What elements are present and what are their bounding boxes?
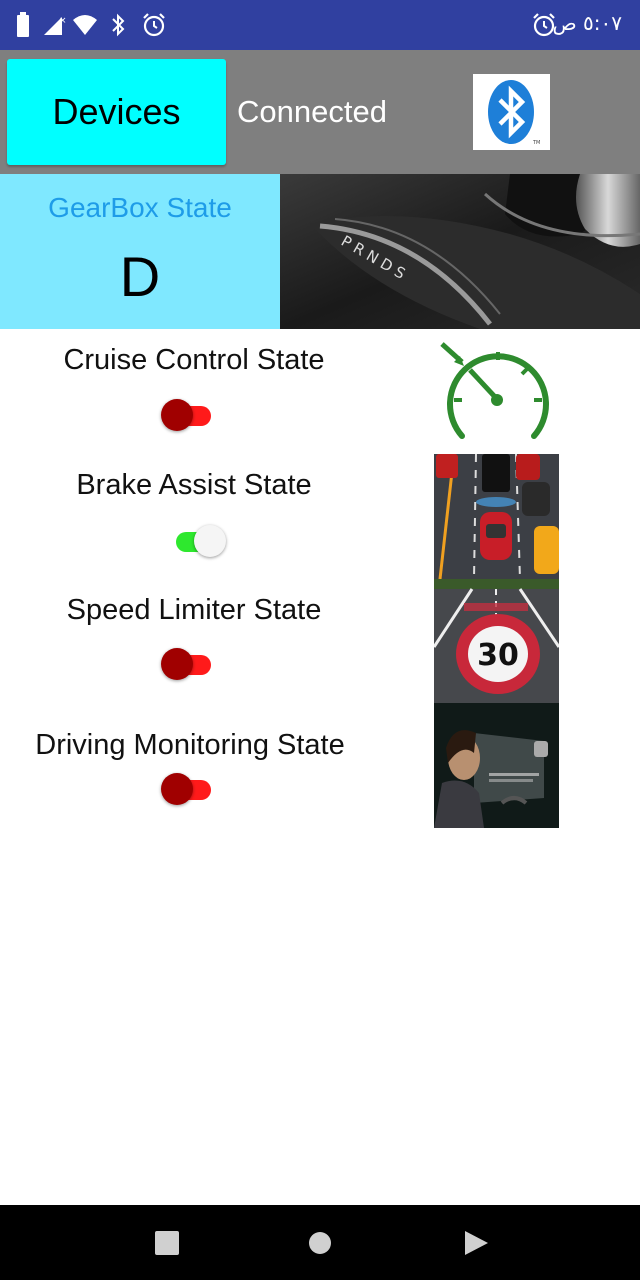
gearbox-title: GearBox State [48,192,232,223]
svg-text:TM: TM [532,140,540,146]
gearbox-value: D [119,245,161,308]
driver-monitoring-photo [434,703,559,828]
connection-status: Connected [237,94,387,129]
speed-limiter-label: Speed Limiter State [66,594,322,626]
devices-button[interactable]: Devices [7,59,226,165]
speedometer-icon [434,338,559,444]
bluetooth-icon [112,13,125,37]
no-signal-icon: × [44,16,66,35]
speed-limit-30-photo: 30 [432,579,561,704]
navigation-bar [0,1205,640,1280]
home-button[interactable] [306,1229,334,1257]
speed-sign-text: 30 [477,638,519,673]
speed-limiter-switch[interactable] [161,648,215,682]
brake-assist-label: Brake Assist State [76,469,312,501]
header: Devices Connected TM [0,50,640,174]
brake-assist-switch[interactable] [172,525,226,559]
status-bar: × ٥:٠٧ ص [0,0,640,50]
svg-text:×: × [59,16,66,26]
bluetooth-logo[interactable]: TM [473,74,550,150]
driving-monitoring-switch[interactable] [161,773,215,807]
wifi-icon [73,15,97,35]
gear-shifter-photo: P R N D S [280,174,640,329]
recents-button[interactable] [153,1229,181,1257]
gearbox-panel: GearBox State D [0,174,280,329]
battery-icon [17,12,29,37]
alarm-icon [143,13,165,37]
cruise-control-switch[interactable] [161,399,215,433]
driving-monitoring-label: Driving Monitoring State [35,729,345,761]
brake-assist-photo [434,453,559,580]
cruise-control-label: Cruise Control State [63,344,325,376]
status-time: ٥:٠٧ ص [552,11,622,35]
back-button[interactable] [462,1229,490,1257]
